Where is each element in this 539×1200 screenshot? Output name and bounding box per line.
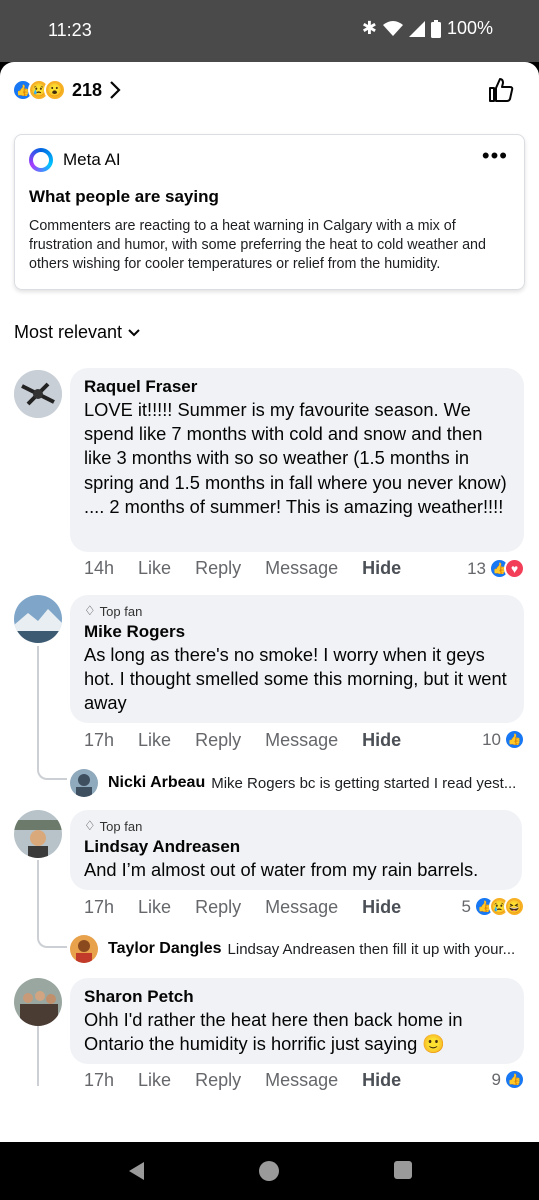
hide-button[interactable]: Hide [362,897,401,918]
reply-preview[interactable]: Nicki Arbeau Mike Rogers bc is getting s… [70,768,530,798]
comment-bubble[interactable]: ♢ Top fan Lindsay Andreasen And I’m almos… [70,810,522,890]
summary-title: What people are saying [29,187,219,206]
battery-icon [430,19,441,38]
avatar [70,935,98,963]
like-icon: 👍 [504,1069,525,1090]
comment-bubble[interactable]: ♢ Top fan Mike Rogers As long as there's … [70,595,524,723]
comment-reactions[interactable]: 10 👍 [482,729,525,750]
status-time: 11:23 [48,20,92,40]
comment-time[interactable]: 17h [84,730,114,751]
meta-ai-icon [29,148,53,172]
chevron-right-icon [110,81,121,99]
meta-ai-label: Meta AI [63,150,121,169]
avatar[interactable] [14,595,62,643]
thumbs-up-icon[interactable] [487,76,515,104]
like-button[interactable]: Like [138,730,171,751]
comment-author[interactable]: Sharon Petch [84,986,510,1008]
recents-icon[interactable] [393,1160,413,1180]
like-button[interactable]: Like [138,558,171,579]
hide-button[interactable]: Hide [362,1070,401,1091]
message-button[interactable]: Message [265,558,338,579]
message-button[interactable]: Message [265,730,338,751]
love-icon: ♥ [504,558,525,579]
avatar [70,769,98,797]
top-fan-badge: ♢ Top fan [84,818,143,834]
comment-text: LOVE it!!!!! Summer is my favourite seas… [84,399,507,517]
thread-connector [37,752,67,780]
bluetooth-icon: ✱ [361,18,377,38]
laugh-icon: 😆 [504,896,525,917]
sort-label: Most relevant [14,322,123,342]
comments-sheet: 👍 😢 😮 218 Meta AI ••• What people are sa… [0,62,539,1142]
thread-line [37,1026,39,1086]
avatar[interactable] [14,978,62,1026]
reply-author[interactable]: Nicki Arbeau [108,774,205,792]
reaction-summary[interactable]: 👍 😢 😮 218 [12,76,122,104]
more-options-icon[interactable]: ••• [482,145,508,167]
comment-author[interactable]: Lindsay Andreasen [84,836,508,858]
comment-bubble[interactable]: Raquel Fraser LOVE it!!!!! Summer is my … [70,368,524,552]
comment-actions: 17h Like Reply Message Hide [84,1070,401,1091]
wifi-icon [382,20,403,36]
like-button[interactable]: Like [138,897,171,918]
comment-actions: 14h Like Reply Message Hide [84,558,401,579]
signal-icon [408,20,425,37]
comment-reactions[interactable]: 9 👍 [492,1069,525,1090]
battery-percent: 100% [446,18,493,38]
reply-author[interactable]: Taylor Dangles [108,940,222,958]
like-button[interactable]: Like [138,1070,171,1091]
hide-button[interactable]: Hide [362,558,401,579]
summary-text: Commenters are reacting to a heat warnin… [29,218,486,272]
comment-reactions[interactable]: 5 👍 😢 😆 [462,896,525,917]
reply-text: Mike Rogers bc is getting started I read… [211,774,517,792]
diamond-icon: ♢ [84,603,96,618]
avatar[interactable] [14,370,62,418]
message-button[interactable]: Message [265,897,338,918]
message-button[interactable]: Message [265,1070,338,1091]
back-icon[interactable] [126,1160,146,1182]
status-icons: ✱ 100% [362,18,493,39]
comment-actions: 17h Like Reply Message Hide [84,730,401,751]
comment-author[interactable]: Raquel Fraser [84,376,510,398]
reaction-count: 218 [72,79,103,100]
top-fan-badge: ♢ Top fan [84,603,143,619]
reply-preview[interactable]: Taylor Dangles Lindsay Andreasen then fi… [70,934,530,964]
wow-icon: 😮 [44,79,66,101]
system-nav-bar [0,1142,539,1200]
chevron-down-icon [128,328,140,336]
thread-line [37,646,39,764]
comment-reactions[interactable]: 13 👍 ♥ [467,558,525,579]
reply-button[interactable]: Reply [195,730,241,751]
hide-button[interactable]: Hide [362,730,401,751]
comment-time[interactable]: 14h [84,558,114,579]
comment-author[interactable]: Mike Rogers [84,621,510,643]
status-bar: 11:23 ✱ 100% [0,0,539,62]
comment-time[interactable]: 17h [84,897,114,918]
reaction-count: 9 [491,1069,501,1089]
reaction-count: 10 [482,729,501,749]
reply-button[interactable]: Reply [195,897,241,918]
comment-text: And I’m almost out of water from my rain… [84,859,479,880]
comment-text: Ohh I'd rather the heat here then back h… [84,1009,463,1055]
avatar[interactable] [14,810,62,858]
like-icon: 👍 [504,729,525,750]
comment-time[interactable]: 17h [84,1070,114,1091]
reaction-count: 5 [461,896,471,916]
sort-dropdown[interactable]: Most relevant [14,322,140,343]
home-icon[interactable] [258,1160,280,1182]
comment-actions: 17h Like Reply Message Hide [84,897,401,918]
diamond-icon: ♢ [84,818,96,833]
thread-connector [37,920,67,948]
reply-text: Lindsay Andreasen then fill it up with y… [227,940,516,958]
reply-button[interactable]: Reply [195,558,241,579]
comment-text: As long as there's no smoke! I worry whe… [84,644,507,714]
reply-button[interactable]: Reply [195,1070,241,1091]
reaction-count: 13 [467,558,486,578]
meta-ai-summary-card: Meta AI ••• What people are saying Comme… [14,134,525,290]
comment-bubble[interactable]: Sharon Petch Ohh I'd rather the heat her… [70,978,524,1064]
